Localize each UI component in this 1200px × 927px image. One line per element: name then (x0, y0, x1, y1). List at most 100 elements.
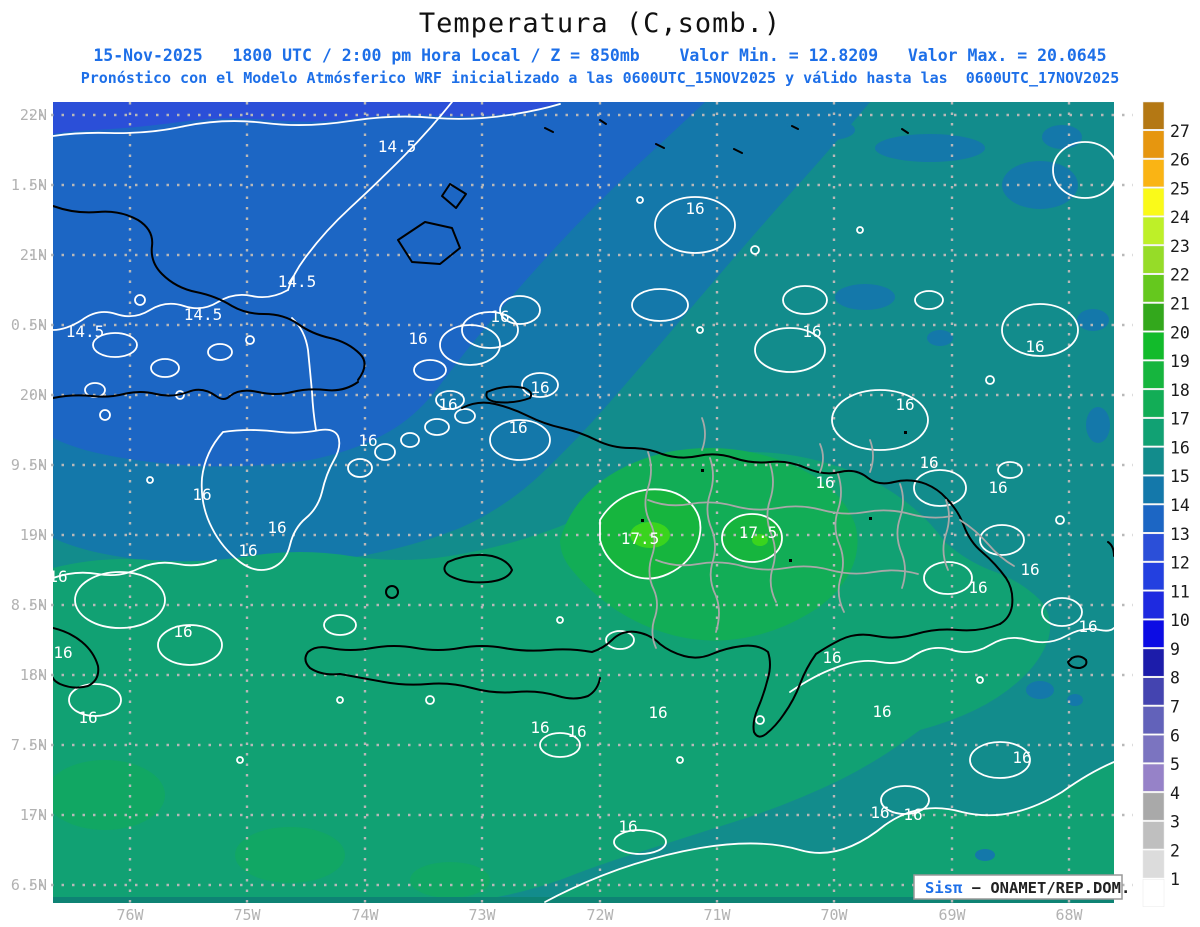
contour-label-16: 16 (618, 817, 637, 836)
contour-label-14.5: 14.5 (278, 272, 317, 291)
colorbar-label: 13 (1170, 525, 1190, 544)
lon-tick-label: 76W (116, 906, 144, 924)
contour-label-16: 16 (490, 307, 509, 326)
contour-label-14.5: 14.5 (378, 137, 417, 156)
contour-label-16: 16 (438, 395, 457, 414)
lat-tick-label: 9.5N (11, 456, 47, 474)
lat-tick-label: 17N (20, 806, 47, 824)
colorbar-label: 16 (1170, 438, 1190, 457)
colorbar-segment (1142, 389, 1165, 418)
colorbar-segment (1142, 648, 1165, 677)
colorbar-segment (1142, 188, 1165, 216)
contour-label-16: 16 (648, 703, 667, 722)
contour-label-16: 16 (267, 518, 286, 537)
colorbar: 1234567891011121314151617181920212223242… (1142, 101, 1190, 907)
colorbar-label: 3 (1170, 813, 1180, 832)
colorbar-label: 5 (1170, 755, 1180, 774)
contour-label-16: 16 (988, 478, 1007, 497)
colorbar-label: 12 (1170, 554, 1190, 573)
colorbar-label: 4 (1170, 784, 1180, 803)
colorbar-label: 11 (1170, 582, 1190, 601)
contour-label-16: 16 (870, 803, 889, 822)
colorbar-label: 2 (1170, 841, 1180, 860)
contour-label-16: 16 (48, 567, 67, 586)
colorbar-label: 18 (1170, 381, 1190, 400)
contour-label-16: 16 (408, 329, 427, 348)
colorbar-label: 9 (1170, 640, 1180, 659)
colorbar-label: 26 (1170, 151, 1190, 170)
contour-label-16: 16 (1078, 617, 1097, 636)
contour-label-16: 16 (192, 485, 211, 504)
contour-label-16: 16 (238, 541, 257, 560)
lat-tick-label: 18N (20, 666, 47, 684)
colorbar-label: 6 (1170, 726, 1180, 745)
colorbar-segment (1142, 245, 1165, 274)
latitude-axis: 22N 1.5N 21N 0.5N 20N 9.5N 19N 8.5N 18N 7.5N 17N 6.… (11, 106, 47, 894)
contour-label-16: 16 (822, 648, 841, 667)
colorbar-segment (1142, 360, 1165, 389)
colorbar-label: 17 (1170, 410, 1190, 429)
colorbar-segment (1142, 735, 1165, 763)
lat-tick-label: 19N (20, 526, 47, 544)
colorbar-segment (1142, 475, 1165, 504)
lat-tick-label: 20N (20, 386, 47, 404)
colorbar-segment (1142, 792, 1165, 821)
lon-tick-label: 73W (468, 906, 496, 924)
colorbar-label: 1 (1170, 870, 1180, 889)
colorbar-segment (1142, 677, 1165, 706)
lon-tick-label: 72W (586, 906, 614, 924)
contour-label-16: 16 (895, 395, 914, 414)
colorbar-segment (1142, 332, 1165, 360)
contour-label-17.5: 17.5 (621, 529, 660, 548)
colorbar-segment (1142, 591, 1165, 619)
lat-tick-label: 6.5N (11, 876, 47, 894)
lat-tick-label: 1.5N (11, 176, 47, 194)
contour-label-16: 16 (903, 805, 922, 824)
colorbar-segment (1142, 159, 1165, 188)
lat-tick-label: 7.5N (11, 736, 47, 754)
lon-tick-label: 70W (820, 906, 848, 924)
colorbar-label: 8 (1170, 669, 1180, 688)
colorbar-label: 14 (1170, 496, 1190, 515)
contour-label-16: 16 (815, 473, 834, 492)
contour-label-16: 16 (78, 708, 97, 727)
contour-label-16: 16 (802, 322, 821, 341)
colorbar-label: 7 (1170, 698, 1180, 717)
contour-label-16: 16 (1012, 748, 1031, 767)
lat-tick-label: 22N (20, 106, 47, 124)
colorbar-label: 19 (1170, 352, 1190, 371)
contour-label-16: 16 (358, 431, 377, 450)
colorbar-label: 23 (1170, 237, 1190, 256)
sispi-logo-text: Sisπ (925, 879, 963, 897)
colorbar-label: 10 (1170, 611, 1190, 630)
contour-label-16: 16 (567, 722, 586, 741)
colorbar-label: 15 (1170, 467, 1190, 486)
lat-tick-label: 0.5N (11, 316, 47, 334)
colorbar-segment (1142, 447, 1165, 475)
longitude-axis: 76W 75W 74W 73W 72W 71W 70W 69W 68W (116, 906, 1083, 924)
colorbar-label: 21 (1170, 295, 1190, 314)
lon-tick-label: 74W (351, 906, 379, 924)
colorbar-segment (1142, 562, 1165, 591)
contour-label-16: 16 (530, 718, 549, 737)
contour-label-14.5: 14.5 (184, 305, 223, 324)
colorbar-label: 22 (1170, 266, 1190, 285)
colorbar-segment (1142, 274, 1165, 303)
lat-tick-label: 21N (20, 246, 47, 264)
contour-label-16: 16 (685, 199, 704, 218)
colorbar-segment (1142, 504, 1165, 533)
lat-tick-label: 8.5N (11, 596, 47, 614)
lon-tick-label: 71W (703, 906, 731, 924)
weather-map-page: Temperatura (C,somb.) 15-Nov-2025 1800 U… (0, 0, 1200, 927)
contour-label-14.5: 14.5 (66, 322, 105, 341)
colorbar-segment (1142, 763, 1165, 792)
contour-label-16: 16 (1025, 337, 1044, 356)
colorbar-segment (1142, 878, 1165, 907)
lon-tick-label: 75W (233, 906, 261, 924)
colorbar-segment (1142, 706, 1165, 735)
attribution-text: − ONAMET/REP.DOM. (962, 879, 1130, 897)
temperature-map: 14.514.514.514.517.5 17.51616161616161616… (11, 101, 1190, 924)
contour-label-16: 16 (53, 643, 72, 662)
lon-tick-label: 68W (1055, 906, 1083, 924)
colorbar-segment (1142, 821, 1165, 850)
